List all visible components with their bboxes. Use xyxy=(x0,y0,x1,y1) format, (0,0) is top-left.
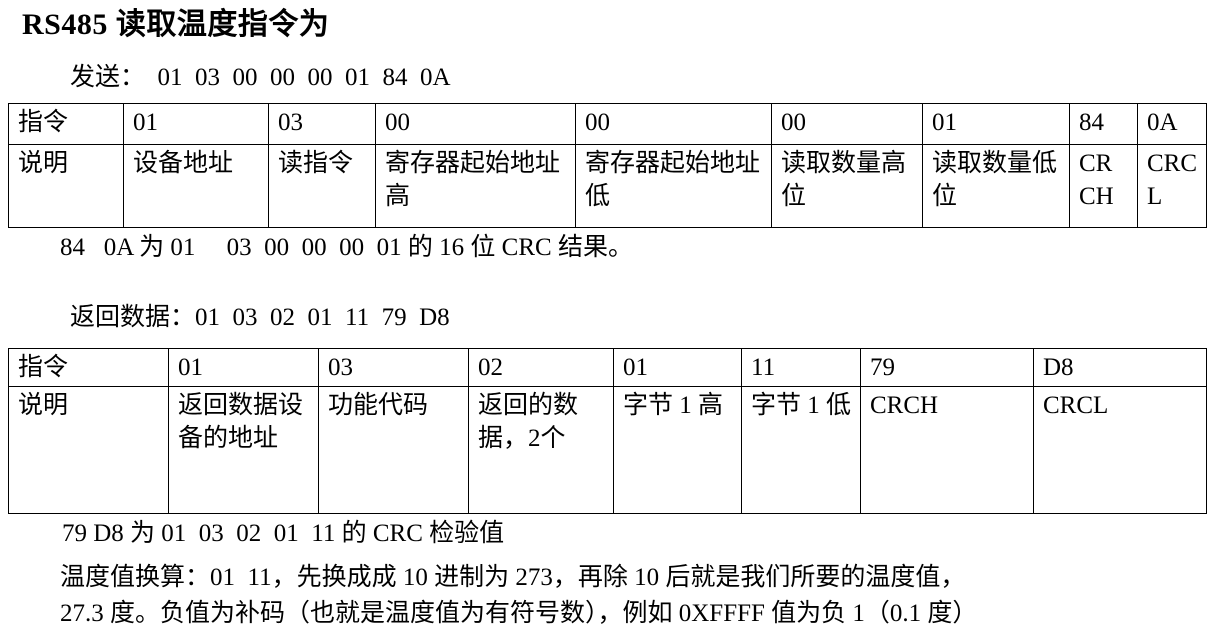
recv-desc-6: CRCL xyxy=(1033,386,1207,514)
send-desc-6: CRCH xyxy=(1069,144,1138,228)
recv-row-label-command: 指令 xyxy=(8,348,169,387)
send-hex-6: 84 xyxy=(1069,103,1138,145)
send-hex-5: 01 xyxy=(922,103,1070,145)
send-desc-1: 读指令 xyxy=(268,144,376,228)
send-desc-4: 读取数量高位 xyxy=(771,144,923,228)
send-desc-3: 寄存器起始地址低 xyxy=(575,144,772,228)
temperature-conversion-note-line-1: 温度值换算：01 11，先换成成 10 进制为 273，再除 10 后就是我们所… xyxy=(60,564,966,591)
recv-hex-1: 03 xyxy=(318,348,469,387)
recv-desc-1: 功能代码 xyxy=(318,386,469,514)
send-hex-2: 00 xyxy=(375,103,576,145)
recv-desc-3: 字节 1 高 xyxy=(613,386,742,514)
recv-hex-2: 02 xyxy=(468,348,614,387)
recv-hex-6: D8 xyxy=(1033,348,1207,387)
recv-row-label-description: 说明 xyxy=(8,386,169,514)
send-hex-1: 03 xyxy=(268,103,376,145)
send-hex-0: 01 xyxy=(123,103,269,145)
recv-desc-2: 返回的数据，2个 xyxy=(468,386,614,514)
send-hex-3: 00 xyxy=(575,103,772,145)
recv-hex-5: 79 xyxy=(860,348,1034,387)
return-crc-note: 79 D8 为 01 03 02 01 11 的 CRC 检验值 xyxy=(62,520,505,547)
temperature-conversion-note-line-2: 27.3 度。负值为补码（也就是温度值为有符号数），例如 0XFFFF 值为负 … xyxy=(60,600,978,627)
recv-desc-0: 返回数据设备的地址 xyxy=(168,386,319,514)
recv-desc-5: CRCH xyxy=(860,386,1034,514)
send-hex-4: 00 xyxy=(771,103,923,145)
table-row: 指令 01 03 00 00 00 01 84 0A xyxy=(8,103,1207,145)
send-hex-7: 0A xyxy=(1137,103,1207,145)
recv-desc-4: 字节 1 低 xyxy=(741,386,861,514)
send-desc-2: 寄存器起始地址高 xyxy=(375,144,576,228)
recv-hex-4: 11 xyxy=(741,348,861,387)
send-crc-note: 84 0A 为 01 03 00 00 00 01 的 16 位 CRC 结果。 xyxy=(60,234,633,261)
recv-hex-3: 01 xyxy=(613,348,742,387)
send-row-label-command: 指令 xyxy=(8,103,124,145)
table-row: 说明 设备地址 读指令 寄存器起始地址高 寄存器起始地址低 读取数量高位 读取数… xyxy=(8,144,1207,228)
send-desc-0: 设备地址 xyxy=(123,144,269,228)
table-row: 指令 01 03 02 01 11 79 D8 xyxy=(8,348,1207,387)
send-command-line: 发送： 01 03 00 00 00 01 84 0A xyxy=(70,64,451,91)
table-row: 说明 返回数据设备的地址 功能代码 返回的数据，2个 字节 1 高 字节 1 低… xyxy=(8,386,1207,514)
send-desc-7: CRCL xyxy=(1137,144,1207,228)
send-command-table: 指令 01 03 00 00 00 01 84 0A 说明 设备地址 读指令 寄… xyxy=(8,103,1207,228)
send-desc-5: 读取数量低位 xyxy=(922,144,1070,228)
page-title: RS485 读取温度指令为 xyxy=(22,8,330,41)
document-page: RS485 读取温度指令为 发送： 01 03 00 00 00 01 84 0… xyxy=(0,0,1226,644)
send-row-label-description: 说明 xyxy=(8,144,124,228)
return-data-table: 指令 01 03 02 01 11 79 D8 说明 返回数据设备的地址 功能代… xyxy=(8,348,1207,514)
return-data-line: 返回数据：01 03 02 01 11 79 D8 xyxy=(70,304,450,331)
recv-hex-0: 01 xyxy=(168,348,319,387)
